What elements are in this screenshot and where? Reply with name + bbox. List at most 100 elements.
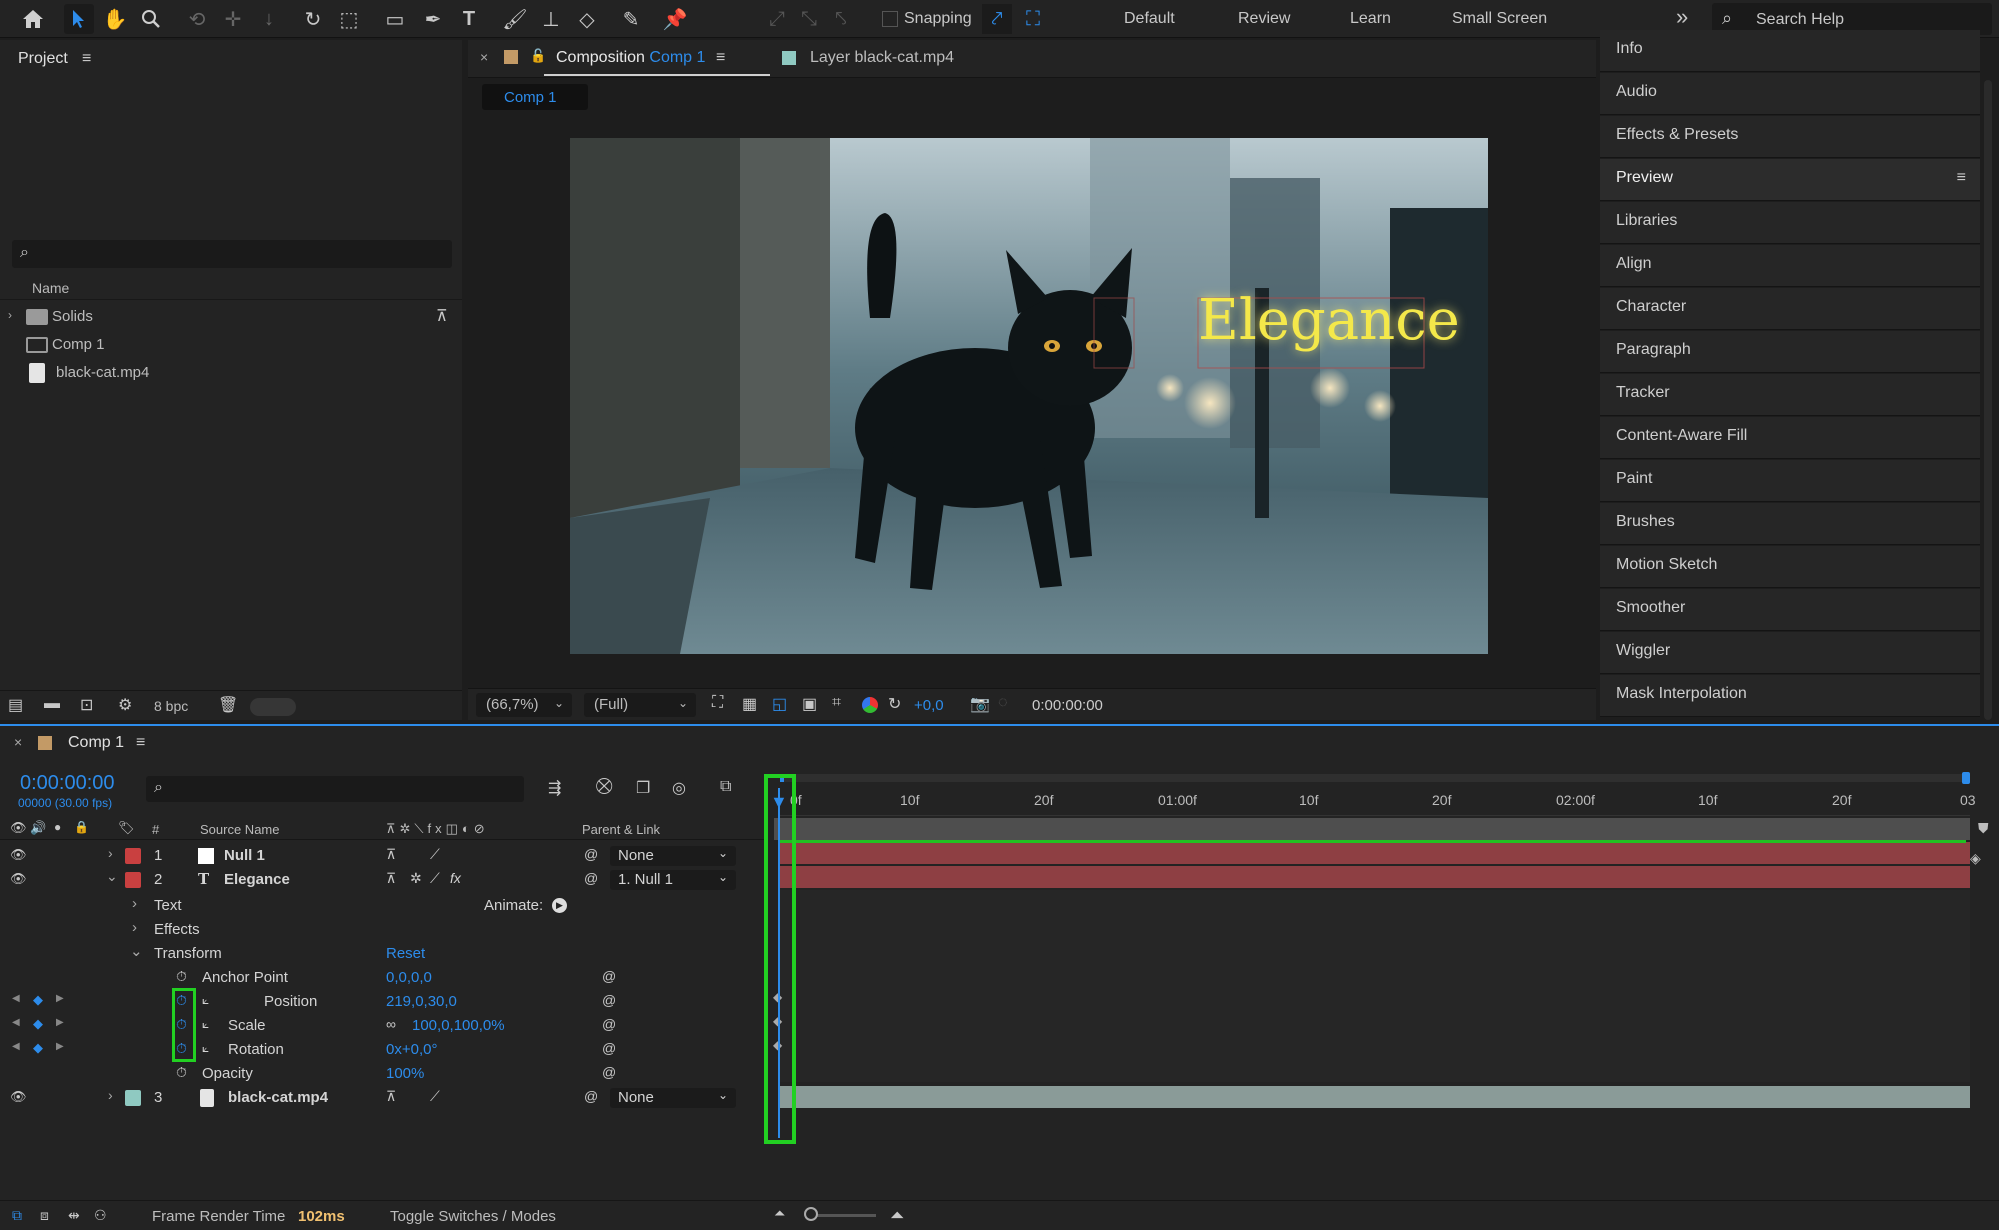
panel-audio[interactable]: Audio (1600, 73, 1980, 115)
panel-menu-icon[interactable]: ≡ (82, 50, 91, 68)
panel-smoother[interactable]: Smoother (1600, 589, 1980, 631)
zoom-dropdown[interactable]: (66,7%) ⌄ (476, 693, 572, 717)
new-folder-icon[interactable]: ▬ (44, 695, 60, 713)
graph-icon[interactable]: ⟀ (202, 993, 209, 1008)
flowchart-icon[interactable]: ⊼ (436, 306, 448, 326)
render-time-toggle-icon[interactable]: ⚇ (94, 1207, 107, 1224)
property-value[interactable]: 219,0,30,0 (386, 993, 457, 1010)
toggle-switches-modes-button[interactable]: Toggle Switches / Modes (390, 1208, 556, 1225)
animate-play-icon[interactable]: ▶ (552, 898, 567, 913)
composition-tab[interactable]: Composition Comp 1 (556, 49, 705, 67)
layer-bar-black-cat[interactable] (780, 1086, 1970, 1108)
chevron-right-icon[interactable]: › (132, 919, 137, 936)
composition-mini-flowchart-icon[interactable]: ⇶ (548, 778, 561, 798)
region-of-interest-icon[interactable]: ▣ (802, 694, 817, 714)
expression-pick-whip-icon[interactable]: @ (602, 1016, 616, 1032)
resolution-dropdown[interactable]: (Full) ⌄ (584, 693, 696, 717)
work-area-end-handle[interactable] (1962, 772, 1970, 784)
dolly-camera-icon[interactable]: ↓ (254, 4, 284, 34)
eraser-tool-icon[interactable]: ◇ (572, 4, 602, 34)
thumbnail-toggle[interactable] (250, 698, 296, 716)
prev-keyframe-icon[interactable]: ◀ (12, 1017, 20, 1028)
layer-name[interactable]: Elegance (224, 871, 290, 888)
layer-row-elegance[interactable]: 👁 ⌄ 2 T Elegance ⊼ ✲ ⟋ fx @ 1. Null 1 ⌄ (0, 868, 768, 892)
text-group-row[interactable]: › Text Animate: ▶ (0, 894, 768, 918)
parent-dropdown[interactable]: 1. Null 1 ⌄ (610, 870, 736, 890)
rotation-tool-icon[interactable]: ↻ (298, 4, 328, 34)
chevron-right-icon[interactable]: › (132, 895, 137, 912)
axis-local-icon[interactable]: ⤢ (762, 4, 792, 34)
layer-row-black-cat[interactable]: 👁 › 3 black-cat.mp4 ⊼ ⟋ @ None ⌄ (0, 1086, 768, 1110)
snap-edges-icon[interactable]: ⤤ (982, 4, 1012, 34)
transform-group-row[interactable]: ⌄ Transform Reset (0, 942, 768, 966)
home-icon[interactable] (18, 4, 48, 34)
lock-icon[interactable]: 🔓 (530, 48, 546, 64)
panel-mask-interpolation[interactable]: Mask Interpolation (1600, 675, 1980, 717)
next-keyframe-icon[interactable]: ▶ (56, 993, 64, 1004)
panel-motion-sketch[interactable]: Motion Sketch (1600, 546, 1980, 588)
expression-pick-whip-icon[interactable]: @ (602, 1040, 616, 1056)
zoom-in-icon[interactable]: ⏶ (890, 1205, 904, 1226)
keyframe-diamond-icon[interactable]: ◆ (33, 1016, 43, 1032)
pen-tool-icon[interactable]: ✒ (418, 4, 448, 34)
shy-switch-icon[interactable]: ⊼ (386, 846, 396, 863)
type-tool-icon[interactable]: T (454, 4, 484, 34)
interpret-footage-icon[interactable]: ▤ (8, 695, 23, 715)
workspace-learn[interactable]: Learn (1350, 10, 1391, 28)
project-item-solids[interactable]: › Solids (0, 304, 440, 330)
next-keyframe-icon[interactable]: ▶ (56, 1041, 64, 1052)
panel-paragraph[interactable]: Paragraph (1600, 331, 1980, 373)
clone-stamp-tool-icon[interactable]: ⊥ (536, 4, 566, 34)
orbit-camera-icon[interactable]: ⟲ (182, 4, 212, 34)
property-value[interactable]: 0x+0,0° (386, 1041, 437, 1058)
right-panels-scrollbar[interactable] (1984, 80, 1992, 720)
panel-menu-icon[interactable]: ≡ (1957, 169, 1966, 187)
keyframe-diamond-icon[interactable]: ◆ (33, 992, 43, 1008)
layer-color-label[interactable] (125, 848, 141, 864)
time-ruler[interactable]: 0f 10f 20f 01:00f 10f 20f 02:00f 10f 20f… (780, 786, 1976, 816)
effects-group-row[interactable]: › Effects (0, 918, 768, 942)
puppet-pin-tool-icon[interactable]: 📌 (660, 4, 690, 34)
grid-guides-icon[interactable]: ⌗ (832, 694, 841, 712)
layer-row-null1[interactable]: 👁 › 1 Null 1 ⊼ ⟋ @ None ⌄ (0, 844, 768, 868)
workspace-default[interactable]: Default (1124, 10, 1175, 28)
fast-previews-icon[interactable]: ⛶ (712, 694, 723, 712)
eye-icon[interactable]: 👁 (10, 1089, 27, 1105)
pick-whip-icon[interactable]: @ (584, 846, 598, 862)
chevron-down-icon[interactable]: ⌄ (130, 942, 143, 960)
quality-switch-icon[interactable]: ⟋ (430, 870, 440, 887)
graph-editor-icon[interactable]: ⧉ (720, 778, 731, 796)
expression-pick-whip-icon[interactable]: @ (602, 968, 616, 984)
panel-wiggler[interactable]: Wiggler (1600, 632, 1980, 674)
quality-switch-icon[interactable]: ⟋ (430, 846, 440, 863)
exposure-value[interactable]: +0,0 (914, 697, 944, 714)
snap-anchor-icon[interactable]: ◈ (1970, 850, 1981, 867)
property-value[interactable]: 100,0,100,0% (412, 1017, 505, 1034)
panel-paint[interactable]: Paint (1600, 460, 1980, 502)
property-value[interactable]: 0,0,0,0 (386, 969, 432, 986)
shy-switch-icon[interactable]: ⊼ (386, 1088, 396, 1105)
reset-link[interactable]: Reset (386, 945, 425, 962)
more-workspaces-button[interactable]: » (1676, 4, 1688, 30)
panel-align[interactable]: Align (1600, 245, 1980, 287)
draft-3d-icon[interactable]: ⛒ (596, 778, 612, 796)
comp-breadcrumb[interactable]: Comp 1 (482, 84, 588, 110)
layer-bar-null1[interactable] (780, 842, 1970, 864)
chevron-down-icon[interactable]: ⌄ (106, 868, 118, 885)
panel-effects-presets[interactable]: Effects & Presets (1600, 116, 1980, 158)
composition-frame[interactable]: Elegance (570, 138, 1488, 654)
workspace-small-screen[interactable]: Small Screen (1452, 10, 1547, 28)
prev-keyframe-icon[interactable]: ◀ (12, 993, 20, 1004)
elegance-overlay-text[interactable]: Elegance (1198, 288, 1460, 353)
expression-pick-whip-icon[interactable]: @ (602, 992, 616, 1008)
axis-view-icon[interactable]: ⤣ (826, 4, 856, 34)
chevron-right-icon[interactable]: › (108, 845, 113, 861)
motion-blur-icon[interactable]: ◎ (672, 778, 686, 798)
panel-menu-icon[interactable]: ≡ (716, 49, 725, 67)
panel-content-aware-fill[interactable]: Content-Aware Fill (1600, 417, 1980, 459)
keyframe-diamond-icon[interactable]: ◆ (33, 1040, 43, 1056)
stopwatch-icon[interactable]: ⏱ (176, 1064, 187, 1081)
graph-icon[interactable]: ⟀ (202, 1017, 209, 1032)
pan-behind-tool-icon[interactable]: ⬚ (334, 4, 364, 34)
layer-name[interactable]: Null 1 (224, 847, 265, 864)
